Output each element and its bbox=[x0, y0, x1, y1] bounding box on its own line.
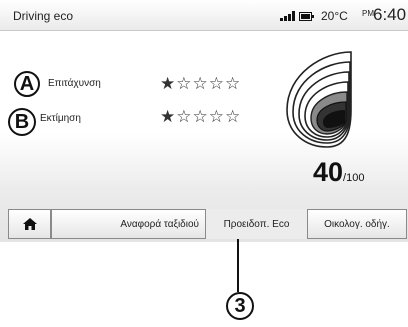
tab-trip-report[interactable]: Αναφορά ταξιδιού bbox=[51, 209, 206, 239]
callout-3: 3 bbox=[226, 292, 254, 320]
marker-b: B bbox=[8, 108, 36, 136]
acceleration-label: Επιτάχυνση bbox=[48, 78, 101, 89]
acceleration-stars: ★☆☆☆☆ bbox=[160, 74, 242, 93]
tab-bar: Αναφορά ταξιδιού Προειδοπ. Eco Οικολογ. … bbox=[0, 209, 408, 239]
marker-a: A bbox=[14, 71, 40, 97]
home-icon bbox=[22, 218, 37, 230]
eco-score: 40/100 bbox=[313, 157, 364, 188]
eco-score-value: 40 bbox=[313, 157, 344, 187]
anticipation-label: Εκτίμηση bbox=[40, 113, 81, 124]
signal-bars-icon bbox=[280, 11, 295, 21]
eco-score-denominator: /100 bbox=[343, 172, 365, 184]
home-button[interactable] bbox=[8, 209, 51, 239]
tab-eco-warnings[interactable]: Προειδοπ. Eco bbox=[206, 209, 307, 239]
temperature: 20°C bbox=[321, 9, 348, 23]
screen-title: Driving eco bbox=[13, 9, 74, 23]
eco-leaf-icon bbox=[286, 51, 352, 148]
tab-eco-driving[interactable]: Οικολογ. οδήγ. bbox=[307, 209, 407, 239]
battery-icon bbox=[299, 12, 314, 21]
status-bar: Driving eco 20°C PM 6:40 bbox=[0, 0, 408, 31]
anticipation-stars: ★☆☆☆☆ bbox=[160, 107, 242, 126]
callout-line bbox=[237, 239, 239, 292]
clock: 6:40 bbox=[373, 5, 407, 24]
eco-screen: Driving eco 20°C PM 6:40 A Επιτάχυνση ★☆… bbox=[0, 0, 408, 242]
